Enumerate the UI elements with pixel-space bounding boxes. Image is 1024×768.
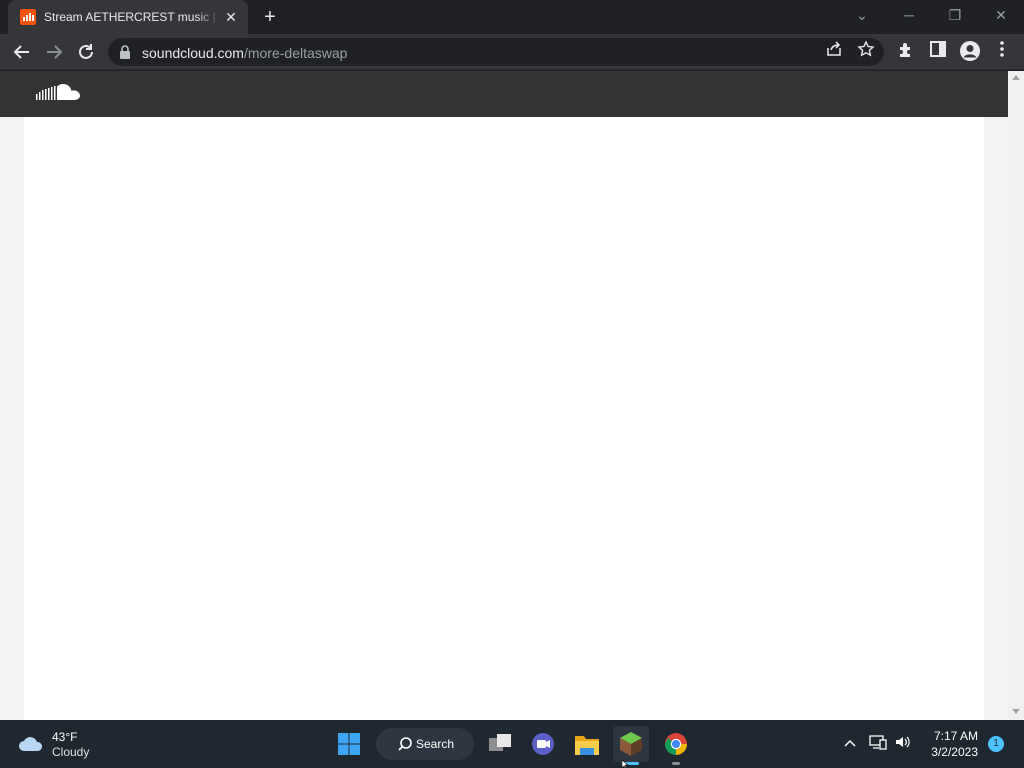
open-app-indicator xyxy=(672,762,680,765)
side-panel-icon[interactable] xyxy=(926,40,950,64)
windows-taskbar: 43°F Cloudy Search 7:17 AM 3/2/2023 1 xyxy=(0,720,1024,768)
extensions-icon[interactable] xyxy=(894,40,918,64)
new-tab-button[interactable]: + xyxy=(258,6,282,30)
weather-temp: 43°F xyxy=(52,730,78,744)
volume-icon[interactable] xyxy=(893,734,913,754)
tab-strip: Stream AETHERCREST music | Listen ✕ + ⌄ … xyxy=(0,0,1024,34)
minecraft-button[interactable] xyxy=(613,726,649,762)
lock-icon xyxy=(120,45,130,59)
back-arrow-icon[interactable] xyxy=(10,40,34,64)
share-icon[interactable] xyxy=(822,40,846,64)
scroll-up-icon[interactable] xyxy=(1012,75,1020,80)
mouse-cursor-icon xyxy=(622,760,629,768)
search-icon xyxy=(398,737,412,751)
teams-chat-button[interactable] xyxy=(525,726,561,762)
clock-date[interactable]: 3/2/2023 xyxy=(918,745,978,759)
main-content xyxy=(24,117,984,720)
cloud-icon xyxy=(19,737,43,751)
page-scrollbar[interactable] xyxy=(1008,71,1024,720)
browser-tab[interactable]: Stream AETHERCREST music | Listen ✕ xyxy=(8,0,248,34)
clock-time[interactable]: 7:17 AM xyxy=(918,729,978,743)
weather-desc: Cloudy xyxy=(52,745,90,759)
reload-icon[interactable] xyxy=(74,40,98,64)
soundcloud-logo-icon[interactable] xyxy=(36,83,82,105)
scroll-down-icon[interactable] xyxy=(1012,709,1020,714)
file-explorer-button[interactable] xyxy=(569,726,605,762)
restore-button[interactable]: ❐ xyxy=(941,4,969,26)
close-window-button[interactable]: ✕ xyxy=(987,4,1015,26)
soundcloud-favicon-icon xyxy=(20,9,36,25)
chrome-button[interactable] xyxy=(658,726,694,762)
url-text: soundcloud.com/more-deltaswap xyxy=(142,45,347,61)
network-icon[interactable] xyxy=(868,734,888,754)
task-view-icon xyxy=(489,734,511,751)
page-viewport xyxy=(0,71,1008,720)
task-view-button[interactable] xyxy=(482,726,518,762)
tab-title: Stream AETHERCREST music | Listen xyxy=(44,10,220,24)
start-button[interactable] xyxy=(331,726,367,762)
soundcloud-header xyxy=(0,71,1008,117)
chrome-icon xyxy=(665,733,687,755)
notification-badge[interactable]: 1 xyxy=(988,736,1004,752)
windows-logo-icon xyxy=(338,733,360,755)
profile-icon[interactable] xyxy=(958,40,982,64)
tray-overflow-chevron-icon[interactable] xyxy=(840,734,860,754)
star-icon[interactable] xyxy=(854,40,878,64)
tab-search-dropdown-icon[interactable]: ⌄ xyxy=(848,4,876,26)
search-label: Search xyxy=(416,737,455,751)
forward-arrow-icon[interactable] xyxy=(42,40,66,64)
minimize-button[interactable]: ─ xyxy=(895,4,923,26)
address-bar[interactable]: soundcloud.com/more-deltaswap xyxy=(108,38,884,66)
tab-close-icon[interactable]: ✕ xyxy=(222,8,240,26)
browser-toolbar: soundcloud.com/more-deltaswap xyxy=(0,34,1024,70)
taskbar-search[interactable]: Search xyxy=(376,728,474,760)
minecraft-block-icon xyxy=(620,732,642,756)
url-path: /more-deltaswap xyxy=(243,45,348,61)
weather-widget[interactable]: 43°F Cloudy xyxy=(16,728,126,760)
menu-icon[interactable] xyxy=(990,40,1014,64)
teams-chat-icon xyxy=(532,733,554,755)
url-domain: soundcloud.com xyxy=(142,45,244,61)
folder-icon xyxy=(575,736,599,755)
